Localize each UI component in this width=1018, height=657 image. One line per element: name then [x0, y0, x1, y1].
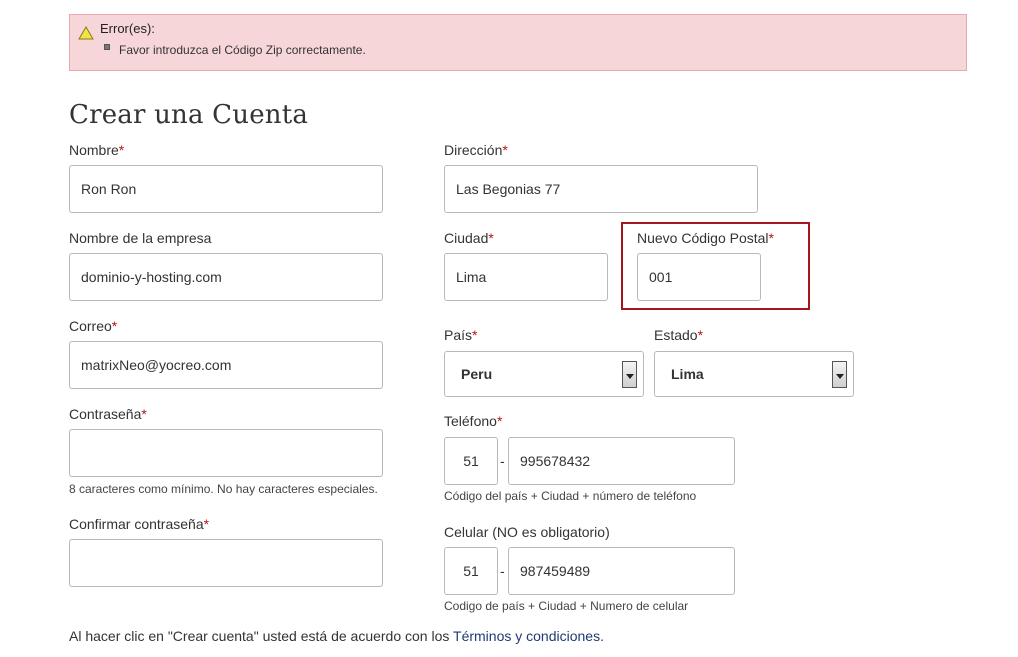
confirm-password-input[interactable]	[69, 539, 383, 587]
correo-input[interactable]	[69, 341, 383, 389]
celular-label: Celular (NO es obligatorio)	[444, 524, 610, 540]
password-input[interactable]	[69, 429, 383, 477]
estado-label: Estado*	[654, 327, 704, 343]
dropdown-arrow-icon[interactable]	[622, 361, 637, 388]
terms-prefix: Al hacer clic en "Crear cuenta" usted es…	[69, 628, 454, 644]
codigo-postal-label: Nuevo Código Postal*	[637, 230, 774, 246]
telefono-label: Teléfono*	[444, 413, 503, 429]
nombre-label: Nombre*	[69, 142, 125, 158]
estado-selected-value: Lima	[671, 366, 704, 382]
contrasena-label: Contraseña*	[69, 406, 147, 422]
page-title: Crear una Cuenta	[69, 100, 309, 130]
celular-country-code-input[interactable]	[444, 547, 498, 595]
pais-selected-value: Peru	[461, 366, 493, 382]
dropdown-arrow-icon[interactable]	[832, 361, 847, 388]
terms-text: Al hacer clic en "Crear cuenta" usted es…	[69, 628, 604, 644]
telefono-number-input[interactable]	[508, 437, 735, 485]
estado-select[interactable]: Lima	[654, 351, 854, 397]
nombre-input[interactable]	[69, 165, 383, 213]
empresa-label: Nombre de la empresa	[69, 230, 212, 246]
codigo-postal-input[interactable]	[637, 253, 761, 301]
celular-number-input[interactable]	[508, 547, 735, 595]
error-message: Favor introduzca el Código Zip correctam…	[119, 43, 366, 57]
direccion-input[interactable]	[444, 165, 758, 213]
celular-separator: -	[500, 563, 505, 579]
error-box: Error(es): Favor introduzca el Código Zi…	[69, 14, 967, 71]
pais-label: País*	[444, 327, 478, 343]
ciudad-label: Ciudad*	[444, 230, 494, 246]
terms-link[interactable]: Términos y condiciones	[453, 628, 600, 644]
correo-label: Correo*	[69, 318, 118, 334]
telefono-hint: Código del país + Ciudad + número de tel…	[444, 489, 697, 503]
confirmar-label: Confirmar contraseña*	[69, 516, 210, 532]
bullet-icon	[104, 44, 110, 50]
error-title: Error(es):	[100, 21, 155, 36]
telefono-separator: -	[500, 453, 505, 469]
telefono-country-code-input[interactable]	[444, 437, 498, 485]
warning-icon	[78, 26, 94, 40]
terms-suffix: .	[600, 628, 604, 644]
ciudad-input[interactable]	[444, 253, 608, 301]
password-hint: 8 caracteres como mínimo. No hay caracte…	[69, 482, 378, 496]
direccion-label: Dirección*	[444, 142, 508, 158]
celular-hint: Codigo de país + Ciudad + Numero de celu…	[444, 599, 689, 613]
empresa-input[interactable]	[69, 253, 383, 301]
pais-select[interactable]: Peru	[444, 351, 644, 397]
